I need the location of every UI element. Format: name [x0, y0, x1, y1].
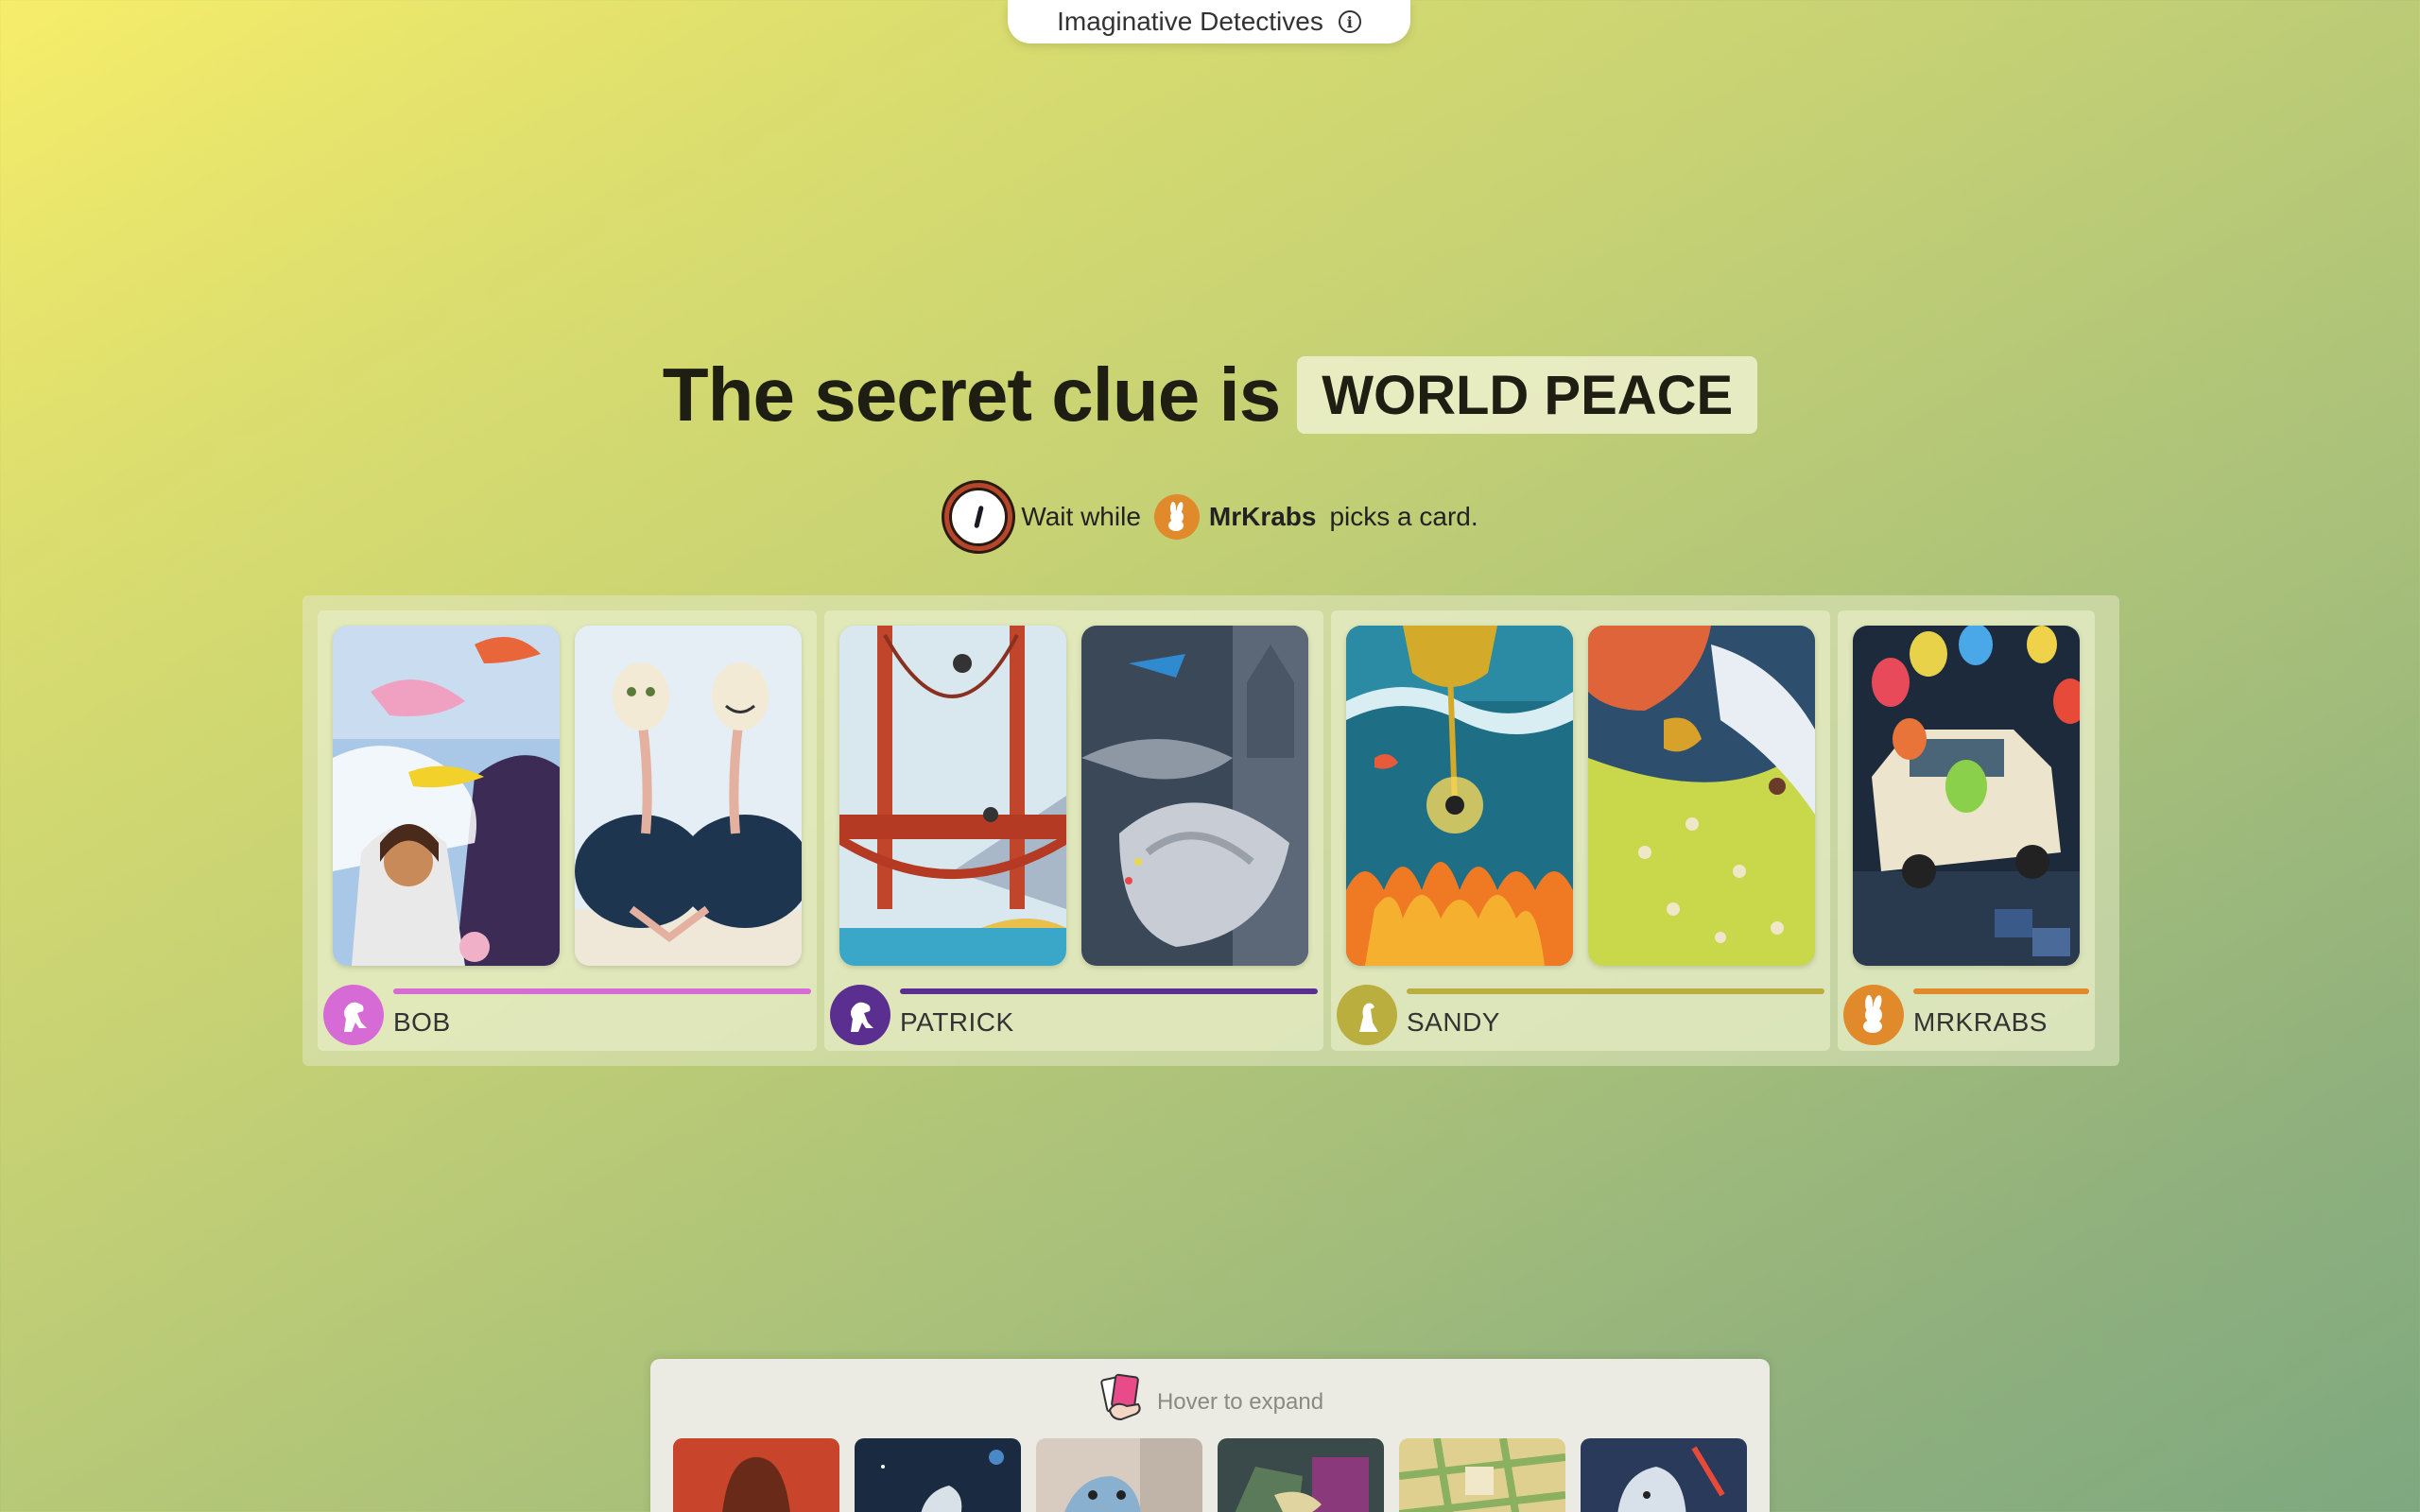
hand-cards-icon: [1097, 1372, 1150, 1432]
player-color-bar: [393, 988, 811, 994]
hand-card[interactable]: [1036, 1438, 1202, 1512]
headline: The secret clue is WORLD PEACE: [0, 352, 2420, 438]
hand-card[interactable]: [1581, 1438, 1747, 1512]
player-panel-bob: BOB: [318, 610, 817, 1051]
game-title: Imaginative Detectives: [1057, 7, 1323, 36]
card-bob-2[interactable]: [575, 626, 802, 966]
dinosaur-icon: [830, 985, 890, 1045]
played-cards-board: BOB PATRICK SANDY MRKRABS: [302, 595, 2119, 1066]
card-bob-1[interactable]: [333, 626, 560, 966]
dinosaur-icon: [1337, 985, 1397, 1045]
hand-tray[interactable]: Hover to expand: [650, 1359, 1770, 1512]
player-panel-sandy: SANDY: [1331, 610, 1830, 1051]
player-name-sandy: SANDY: [1407, 1007, 1500, 1037]
status-action-text: picks a card.: [1329, 502, 1478, 531]
player-name-mrkrabs: MRKRABS: [1913, 1007, 2048, 1037]
player-panel-patrick: PATRICK: [824, 610, 1323, 1051]
game-title-pill: Imaginative Detectives i: [1008, 0, 1410, 43]
rabbit-icon: [1153, 494, 1200, 540]
rabbit-icon: [1843, 985, 1904, 1045]
card-patrick-2[interactable]: [1081, 626, 1308, 966]
secret-clue: WORLD PEACE: [1297, 356, 1758, 434]
info-icon[interactable]: i: [1338, 10, 1361, 33]
status-line: Wait while MrKrabs picks a card.: [0, 480, 2420, 554]
player-footer-patrick: PATRICK: [830, 985, 1318, 1045]
player-panel-mrkrabs: MRKRABS: [1838, 610, 2095, 1051]
player-footer-sandy: SANDY: [1337, 985, 1824, 1045]
player-footer-bob: BOB: [323, 985, 811, 1045]
player-name-bob: BOB: [393, 1007, 451, 1037]
dinosaur-icon: [323, 985, 384, 1045]
hand-card[interactable]: [855, 1438, 1021, 1512]
player-footer-mrkrabs: MRKRABS: [1843, 985, 2089, 1045]
clock-icon: [942, 480, 1016, 554]
player-color-bar: [1913, 988, 2089, 994]
headline-prefix: The secret clue is: [662, 352, 1281, 437]
hand-card[interactable]: [1218, 1438, 1384, 1512]
hand-card[interactable]: [673, 1438, 839, 1512]
card-sandy-1[interactable]: [1346, 626, 1573, 966]
card-sandy-2[interactable]: [1588, 626, 1815, 966]
player-name-patrick: PATRICK: [900, 1007, 1014, 1037]
hand-card[interactable]: [1399, 1438, 1565, 1512]
status-wait-text: Wait while: [1021, 502, 1141, 531]
card-patrick-1[interactable]: [839, 626, 1066, 966]
tray-hint: Hover to expand: [650, 1372, 1770, 1432]
player-color-bar: [1407, 988, 1824, 994]
card-mrkrabs-1[interactable]: [1853, 626, 2080, 966]
player-color-bar: [900, 988, 1318, 994]
tray-hint-text: Hover to expand: [1156, 1388, 1324, 1415]
status-player-name: MrKrabs: [1208, 502, 1317, 531]
